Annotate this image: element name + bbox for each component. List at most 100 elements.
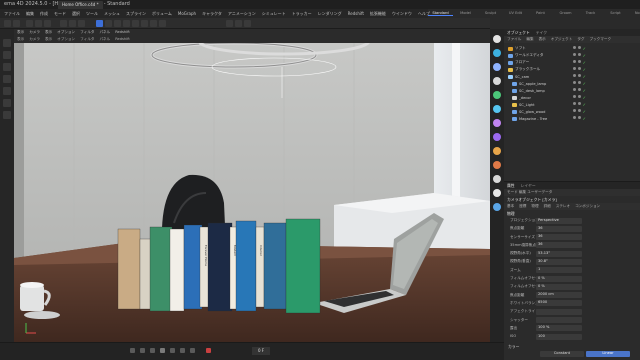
record-icon[interactable] <box>206 348 211 353</box>
om-menu-object[interactable]: オブジェクト <box>551 37 573 42</box>
viewport-submenu-3[interactable]: オプション <box>57 37 75 42</box>
rotate-icon[interactable] <box>35 20 42 27</box>
layout-tab-1[interactable]: Model <box>453 10 478 16</box>
move-icon[interactable] <box>26 20 33 27</box>
model-mode-icon[interactable] <box>3 87 11 95</box>
attribute-value-field[interactable]: 6500 <box>536 300 582 307</box>
tab-attributes[interactable]: 属性 <box>507 183 515 188</box>
prev-frame-icon[interactable] <box>150 348 155 353</box>
enabled-check-icon[interactable]: ✓ <box>583 95 586 100</box>
render-dot-icon[interactable] <box>577 95 581 98</box>
om-menu-tags[interactable]: タグ <box>577 37 584 42</box>
attribute-value-field[interactable]: 30.8° <box>536 258 582 265</box>
attribute-value-field[interactable] <box>536 317 582 324</box>
tab-objects[interactable]: オブジェクト <box>507 30 530 35</box>
viewport-menu-0[interactable]: 表示 <box>17 30 24 35</box>
viewport-submenu-2[interactable]: 表示 <box>45 37 52 42</box>
object-row[interactable]: SC_Light ✓ <box>508 101 640 108</box>
select-icon[interactable] <box>3 39 11 47</box>
om-menu-edit[interactable]: 編集 <box>526 37 533 42</box>
viewport-menu-5[interactable]: パネル <box>99 30 110 35</box>
om-menu-bookmarks[interactable]: ブックマーク <box>590 37 612 42</box>
menu-item-17[interactable]: ウインドウ <box>392 11 412 16</box>
menu-item-13[interactable]: トラッカー <box>292 11 312 16</box>
layout-tab-3[interactable]: UV Edit <box>503 10 528 16</box>
render-dot-icon[interactable] <box>577 74 581 77</box>
viewport-submenu-6[interactable]: Redshift <box>115 37 130 42</box>
document-tab[interactable]: Home Office.c4d * <box>58 1 103 9</box>
layout-tab-5[interactable]: Groom <box>553 10 578 16</box>
attribute-value-field[interactable]: 36 <box>536 225 582 232</box>
object-manager-icon[interactable] <box>493 35 501 43</box>
om-menu-view[interactable]: 表示 <box>539 37 546 42</box>
render-dot-icon[interactable] <box>577 67 581 70</box>
enabled-check-icon[interactable]: ✓ <box>583 81 586 86</box>
menu-item-4[interactable]: 選択 <box>72 11 80 16</box>
render-dot-icon[interactable] <box>577 53 581 56</box>
render-dot-icon[interactable] <box>577 81 581 84</box>
interpolation-constant[interactable]: Constant <box>540 351 584 357</box>
om-menu-file[interactable]: ファイル <box>507 37 521 42</box>
visibility-dot-icon[interactable] <box>572 88 576 91</box>
visibility-dot-icon[interactable] <box>572 102 576 105</box>
undo-icon[interactable] <box>4 20 11 27</box>
enabled-check-icon[interactable]: ✓ <box>583 116 586 121</box>
deformer-icon[interactable] <box>132 20 139 27</box>
render-settings-icon[interactable] <box>244 20 251 27</box>
axis-x-icon[interactable] <box>60 20 67 27</box>
attribute-value-field[interactable]: 36 <box>536 242 582 249</box>
attribute-value-field[interactable]: 36 <box>536 234 582 241</box>
visibility-dot-icon[interactable] <box>572 74 576 77</box>
atom-icon[interactable] <box>493 105 501 113</box>
attribute-mode-label[interactable]: モード 編集 ユーザーデータ <box>507 190 552 195</box>
object-row[interactable]: SC_desk_lamp ✓ <box>508 87 640 94</box>
menu-item-12[interactable]: シミュレート <box>262 11 286 16</box>
visibility-dot-icon[interactable] <box>572 53 576 56</box>
layout-tab-8[interactable]: Nodes <box>628 10 640 16</box>
viewport-menu-6[interactable]: Redshift <box>115 30 130 35</box>
field-icon[interactable] <box>493 161 501 169</box>
attribute-value-field[interactable]: 0 % <box>536 283 582 290</box>
render-view-icon[interactable] <box>226 20 233 27</box>
tab-layers[interactable]: レイヤー <box>521 183 536 188</box>
object-row[interactable]: Magazine - Tree ✓ <box>508 115 640 122</box>
viewport-menu-2[interactable]: 表示 <box>45 30 52 35</box>
object-row[interactable]: SC_cam ✓ <box>508 73 640 80</box>
subdivision-icon[interactable] <box>114 20 121 27</box>
menu-item-11[interactable]: アニメーション <box>228 11 256 16</box>
enabled-check-icon[interactable]: ✓ <box>583 74 586 79</box>
visibility-dot-icon[interactable] <box>572 116 576 119</box>
texture-mode-icon[interactable] <box>3 99 11 107</box>
goto-start-icon[interactable] <box>130 348 135 353</box>
render-dot-icon[interactable] <box>577 102 581 105</box>
object-row[interactable]: _decor ✓ <box>508 94 640 101</box>
attribute-value-field[interactable]: 100 % <box>536 325 582 332</box>
axis-z-icon[interactable] <box>78 20 85 27</box>
next-key-icon[interactable] <box>180 348 185 353</box>
scale-icon[interactable] <box>44 20 51 27</box>
light-strip-icon[interactable] <box>493 189 501 197</box>
spline-icon[interactable] <box>493 119 501 127</box>
menu-item-9[interactable]: MoGraph <box>178 11 196 16</box>
pen-icon[interactable] <box>105 20 112 27</box>
next-frame-icon[interactable] <box>170 348 175 353</box>
menu-item-3[interactable]: モード <box>54 11 66 16</box>
render-dot-icon[interactable] <box>577 46 581 49</box>
menu-item-16[interactable]: 拡張機能 <box>370 11 386 16</box>
menu-item-14[interactable]: レンダリング <box>318 11 342 16</box>
render-dot-icon[interactable] <box>577 116 581 119</box>
camera-icon[interactable] <box>150 20 157 27</box>
menu-item-7[interactable]: スプライン <box>126 11 146 16</box>
enabled-check-icon[interactable]: ✓ <box>583 60 586 65</box>
effector-icon[interactable] <box>493 147 501 155</box>
attribute-subtab-1[interactable]: 座標 <box>519 204 526 209</box>
enabled-check-icon[interactable]: ✓ <box>583 88 586 93</box>
object-row[interactable]: SC_glow_wood ✓ <box>508 108 640 115</box>
attribute-subtab-5[interactable]: コンポジション <box>575 204 600 209</box>
viewport-menu-4[interactable]: フィルタ <box>80 30 94 35</box>
render-dot-icon[interactable] <box>577 88 581 91</box>
enabled-check-icon[interactable]: ✓ <box>583 46 586 51</box>
goto-end-icon[interactable] <box>190 348 195 353</box>
visibility-dot-icon[interactable] <box>572 60 576 63</box>
menu-item-1[interactable]: 編集 <box>26 11 34 16</box>
